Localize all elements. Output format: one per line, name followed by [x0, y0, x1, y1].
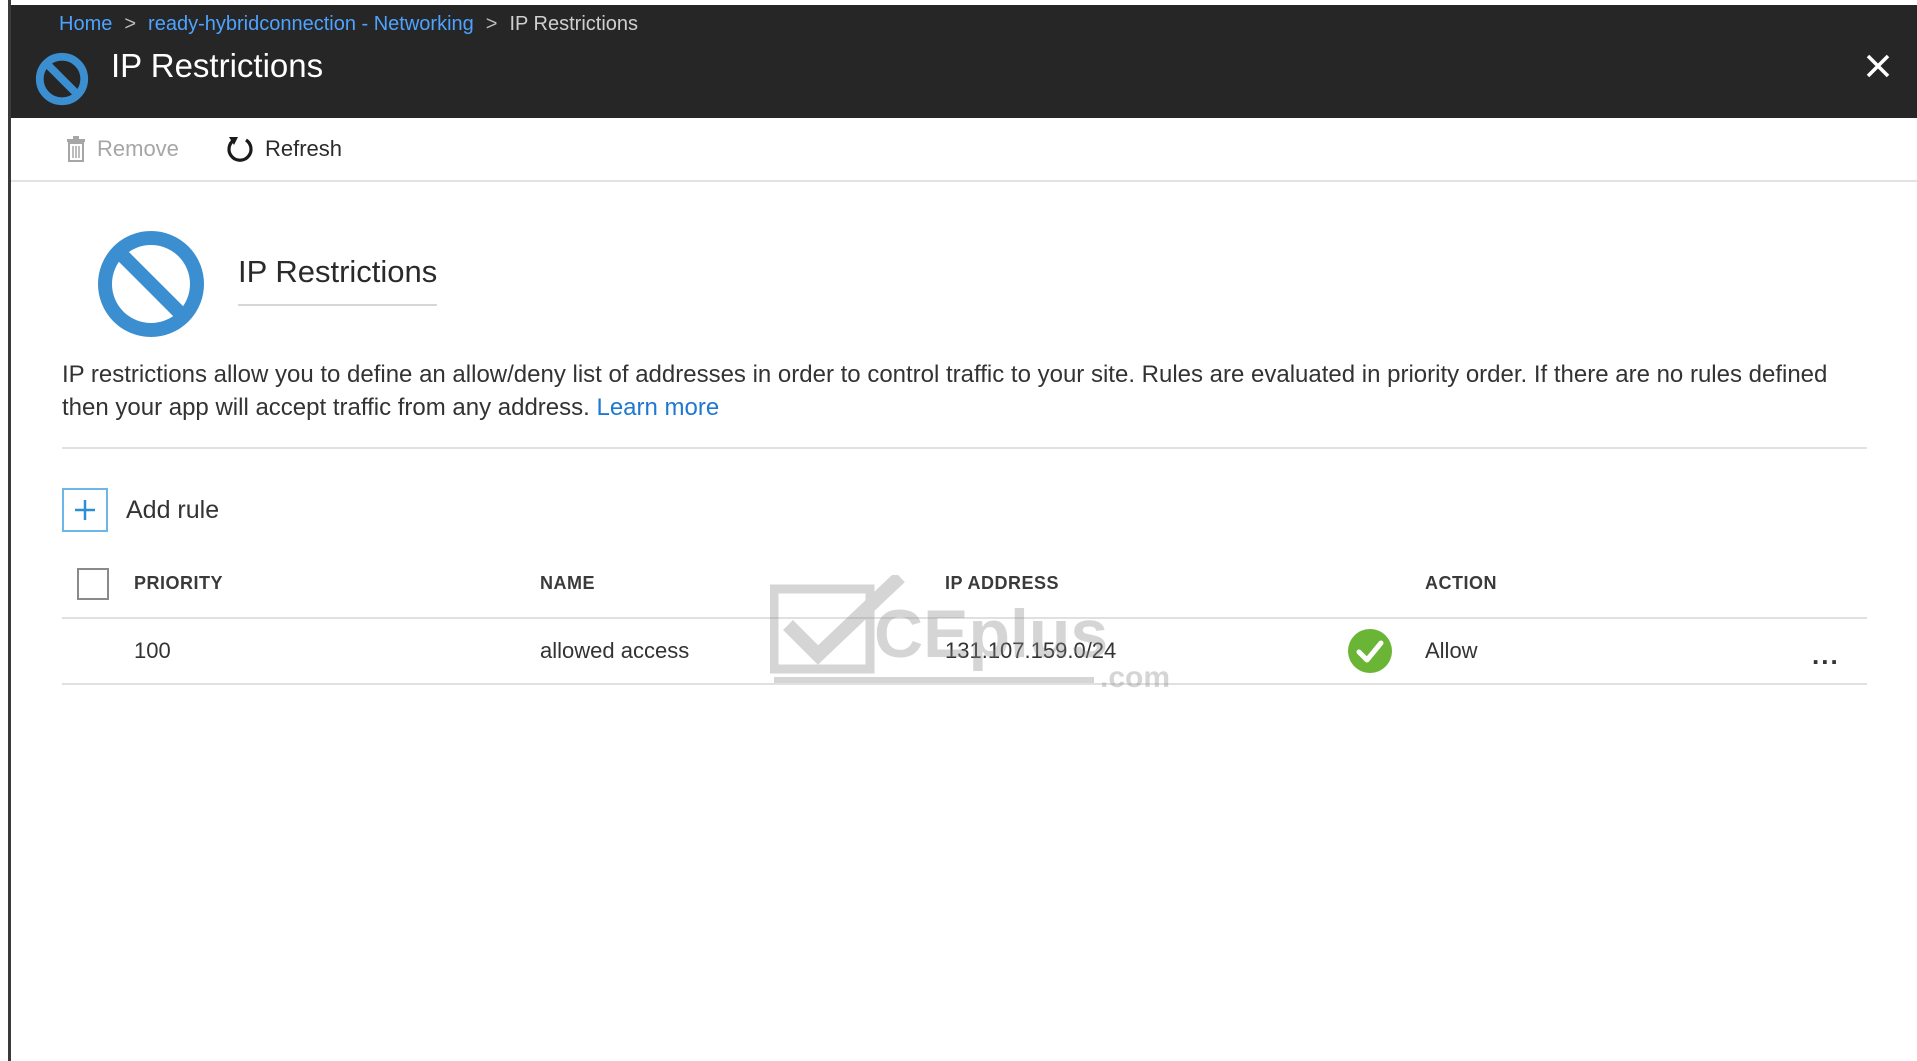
breadcrumb-networking[interactable]: ready-hybridconnection - Networking [148, 13, 474, 35]
refresh-icon [227, 137, 253, 162]
plus-icon [62, 488, 108, 532]
blade-title: IP Restrictions [111, 47, 324, 84]
watermark-suffix: .com [1100, 661, 1170, 694]
blade-header: Home > ready-hybridconnection - Networking… [11, 5, 1917, 118]
cell-action: Allow [1425, 638, 1478, 663]
no-entry-icon [98, 231, 204, 337]
checkmark-icon [1348, 629, 1392, 673]
watermark-brand: CEplus [874, 596, 1108, 672]
no-entry-icon [35, 52, 89, 106]
breadcrumb: Home > ready-hybridconnection - Networking… [59, 13, 638, 36]
cell-name: allowed access [540, 638, 690, 663]
breadcrumb-separator: > [124, 13, 137, 35]
description: IP restrictions allow you to define an a… [62, 358, 1852, 424]
breadcrumb-separator: > [485, 13, 498, 35]
column-header-action[interactable]: ACTION [1425, 573, 1497, 594]
add-rule-button[interactable]: Add rule [62, 488, 219, 532]
column-header-priority[interactable]: PRIORITY [134, 573, 223, 594]
refresh-label: Refresh [265, 136, 343, 161]
select-all-checkbox[interactable] [77, 568, 109, 600]
divider [62, 447, 1867, 449]
add-rule-label: Add rule [126, 495, 220, 524]
close-icon[interactable] [1861, 49, 1895, 83]
trash-icon [67, 136, 85, 162]
remove-label: Remove [97, 136, 179, 161]
remove-button[interactable]: Remove [65, 132, 179, 166]
section-title: IP Restrictions [238, 254, 438, 306]
cell-priority: 100 [134, 638, 171, 663]
description-text: IP restrictions allow you to define an a… [62, 361, 1828, 421]
refresh-button[interactable]: Refresh [225, 132, 342, 166]
breadcrumb-home[interactable]: Home [59, 13, 112, 35]
more-options-button[interactable]: ... [1812, 640, 1840, 671]
watermark-logo: CEplus .com [770, 575, 1170, 694]
learn-more-link[interactable]: Learn more [596, 394, 719, 421]
command-bar: Remove Refresh [11, 118, 1917, 182]
column-header-name[interactable]: NAME [540, 573, 595, 594]
breadcrumb-current: IP Restrictions [509, 13, 639, 35]
